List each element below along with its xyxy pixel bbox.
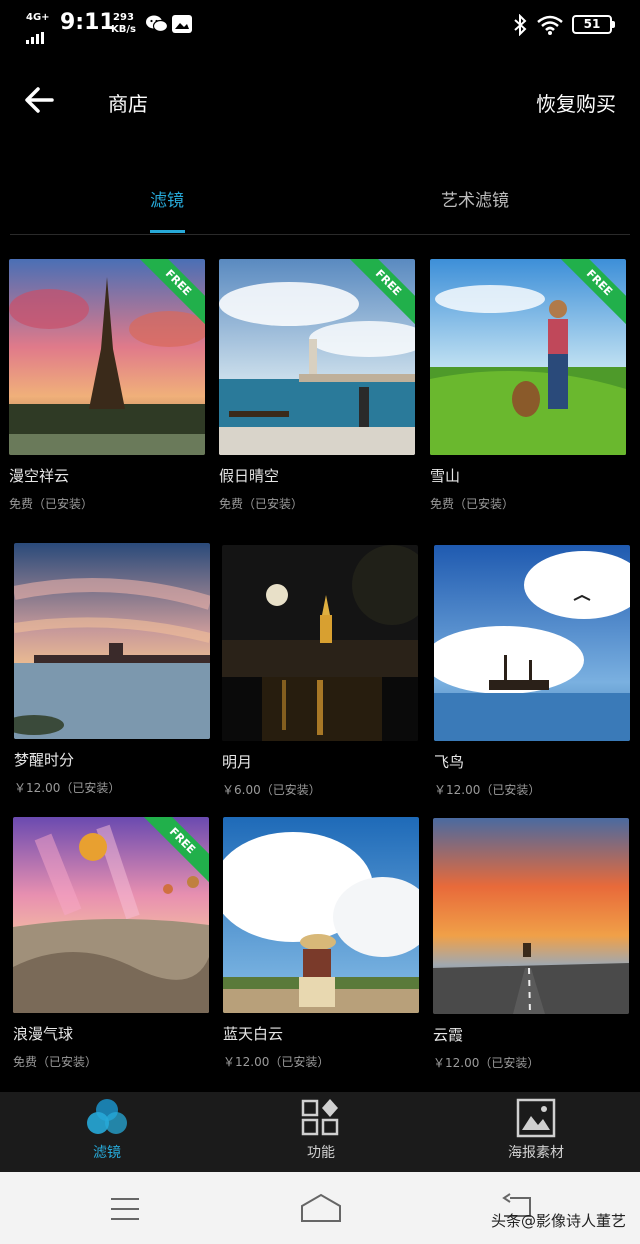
filter-name: 云霞 <box>433 1026 464 1044</box>
filter-price: 免费（已安装） <box>219 497 304 511</box>
menu-icon[interactable] <box>109 1196 141 1222</box>
filter-price: ￥12.00（已安装） <box>433 1056 540 1070</box>
network-speed-value: 293 <box>113 12 134 23</box>
filter-thumbnail[interactable] <box>14 543 210 739</box>
home-icon[interactable] <box>300 1192 342 1224</box>
filter-circles-icon <box>87 1099 127 1134</box>
filter-thumbnail[interactable]: FREE <box>9 259 205 455</box>
tab-divider <box>10 234 630 235</box>
nav-label: 海报素材 <box>508 1145 564 1161</box>
nav-filters[interactable]: 滤镜 <box>37 1092 177 1172</box>
status-time: 9:11 <box>60 10 115 35</box>
back-button[interactable] <box>20 80 60 120</box>
filter-price: ￥12.00（已安装） <box>223 1055 330 1069</box>
filter-price: ￥12.00（已安装） <box>434 783 541 797</box>
filter-name: 明月 <box>222 753 253 771</box>
wechat-icon <box>146 14 169 34</box>
filter-name: 雪山 <box>430 467 461 485</box>
tab-filters[interactable]: 滤镜 <box>150 186 184 211</box>
function-grid-icon <box>301 1099 339 1136</box>
filter-name: 蓝天白云 <box>223 1025 284 1043</box>
network-speed-unit: KB/s <box>111 24 136 35</box>
filter-thumbnail[interactable] <box>222 545 418 741</box>
bottom-navigation: 滤镜 功能 海报素材 <box>0 1092 640 1172</box>
bluetooth-icon <box>512 13 528 40</box>
signal-icon: 4G+ <box>26 12 52 44</box>
network-type: 4G+ <box>26 12 50 23</box>
nav-functions[interactable]: 功能 <box>251 1092 391 1172</box>
nav-label: 功能 <box>307 1145 335 1161</box>
gallery-app-icon <box>172 14 194 34</box>
poster-image-icon <box>516 1098 556 1138</box>
filter-name: 浪漫气球 <box>13 1025 74 1043</box>
active-tab-indicator <box>150 230 185 233</box>
filter-thumbnail[interactable]: FREE <box>13 817 209 1013</box>
filter-name: 飞鸟 <box>434 753 465 771</box>
nav-label: 滤镜 <box>93 1145 121 1161</box>
tab-art-filters[interactable]: 艺术滤镜 <box>441 186 509 211</box>
filter-price: ￥6.00（已安装） <box>222 783 321 797</box>
filter-name: 梦醒时分 <box>14 751 75 769</box>
watermark: 头条@影像诗人董艺 <box>490 1212 626 1230</box>
network-speed: 293 KB/s <box>111 12 136 36</box>
filter-price: 免费（已安装） <box>9 497 94 511</box>
filter-price: ￥12.00（已安装） <box>14 781 121 795</box>
filter-thumbnail[interactable] <box>434 545 630 741</box>
nav-poster-materials[interactable]: 海报素材 <box>466 1092 606 1172</box>
wifi-icon <box>536 14 564 40</box>
page-title: 商店 <box>108 92 148 116</box>
filter-thumbnail[interactable] <box>433 818 629 1014</box>
filter-thumbnail[interactable] <box>223 817 419 1013</box>
system-navigation-bar: 头条@影像诗人董艺 <box>0 1172 640 1244</box>
filter-name: 漫空祥云 <box>9 467 70 485</box>
back-arrow-icon <box>25 87 54 113</box>
filter-name: 假日晴空 <box>219 467 280 485</box>
status-bar: 4G+ 9:11 293 KB/s 51 <box>0 0 640 50</box>
filter-thumbnail[interactable]: FREE <box>219 259 415 455</box>
restore-purchase-button[interactable]: 恢复购买 <box>536 88 616 117</box>
filter-price: 免费（已安装） <box>13 1055 98 1069</box>
filter-thumbnail[interactable]: FREE <box>430 259 626 455</box>
battery-icon: 51 <box>572 15 615 34</box>
filter-price: 免费（已安装） <box>430 497 515 511</box>
